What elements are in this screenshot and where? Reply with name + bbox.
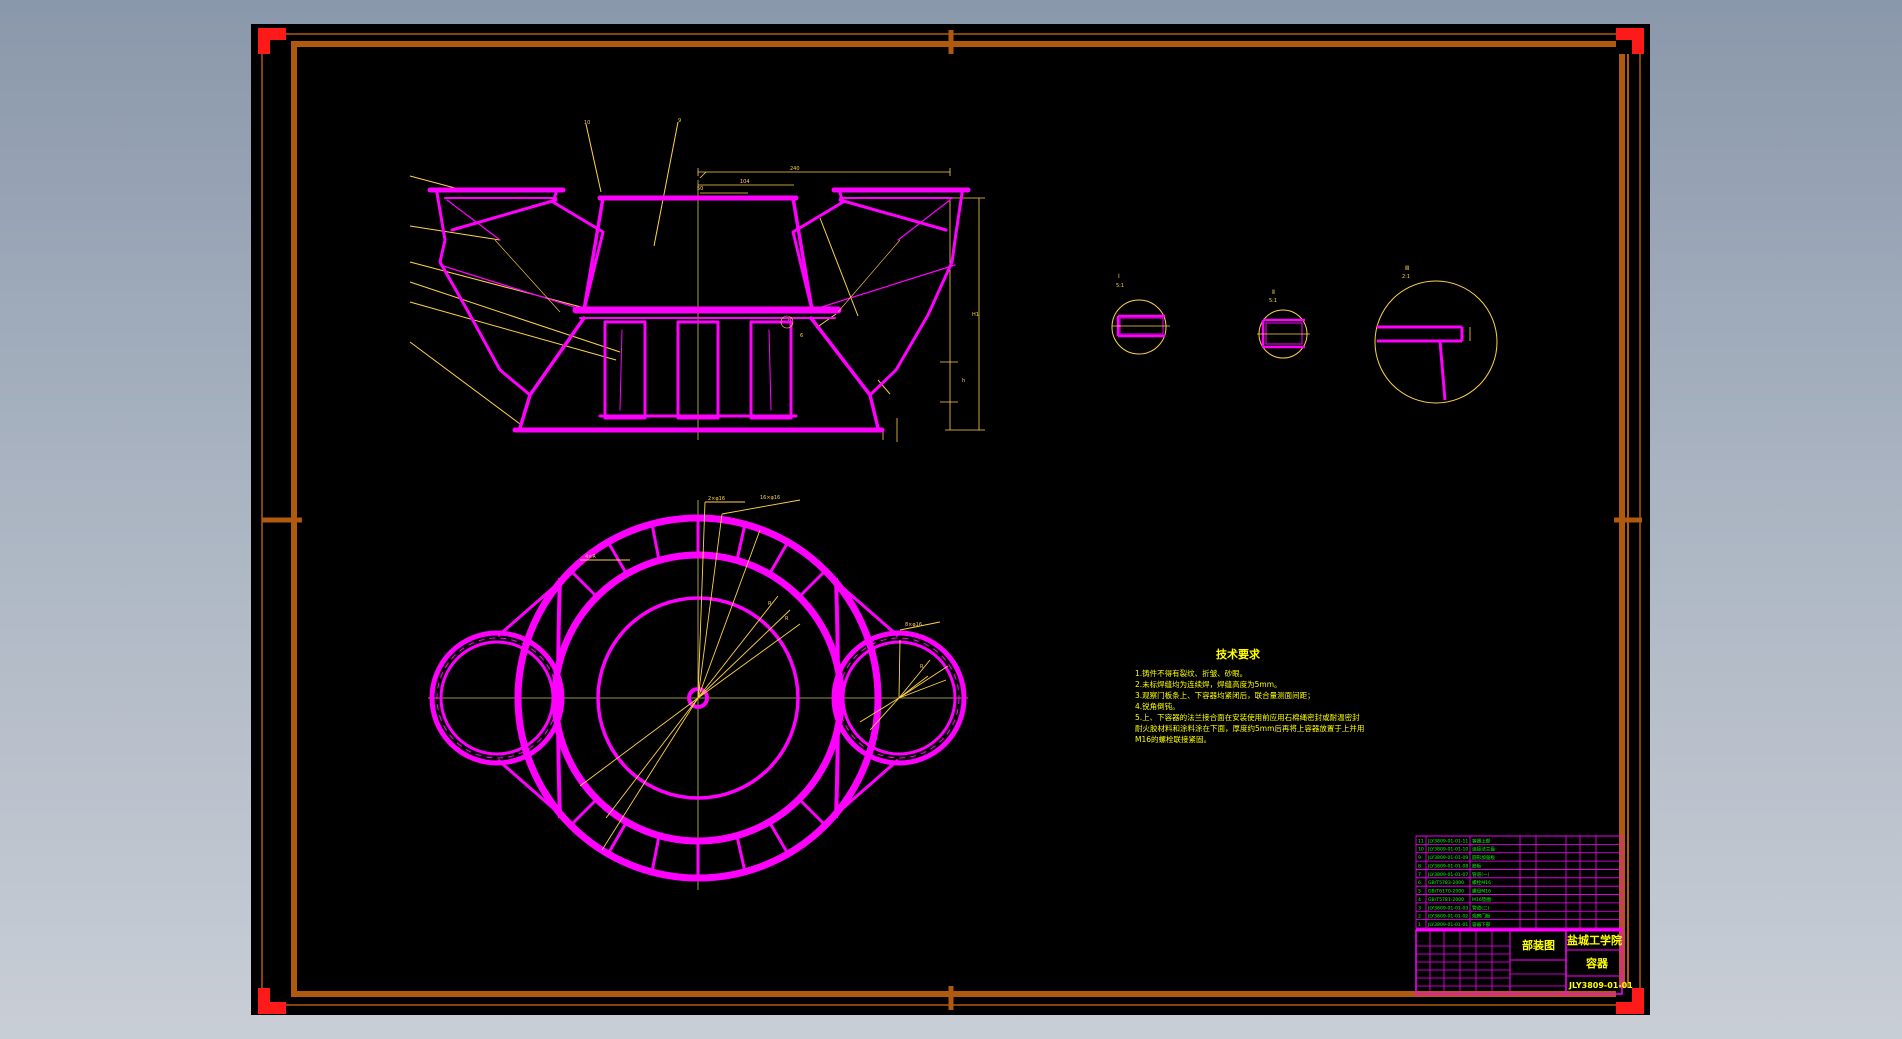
detail-view-1-label: Ⅰ bbox=[1118, 273, 1120, 280]
tech-requirement-item: 4.锐角倒钝。 bbox=[1135, 701, 1180, 711]
tech-requirement-item: 耐火胶材料和涂料涂在下面，厚度约5mm后再将上容器放置于上并用 bbox=[1135, 723, 1364, 733]
parts-list-code: JLY3809-01-01-09 bbox=[1427, 855, 1468, 861]
drawing-number: JLY3809-01-01 bbox=[1568, 981, 1633, 990]
parts-list-no: 3 bbox=[1418, 905, 1421, 911]
parts-list-no: 10 bbox=[1418, 847, 1424, 853]
svg-text:R: R bbox=[785, 616, 789, 622]
parts-list-code: JLY3809-01-01-01 bbox=[1427, 922, 1468, 928]
svg-text:5:1: 5:1 bbox=[1269, 298, 1277, 304]
cad-viewport[interactable]: 240 104 50 H1 h 10 9 6 R Ⅰ 5:1 Ⅱ 5:1 Ⅲ 2… bbox=[0, 0, 1902, 1039]
parts-list-no: 4 bbox=[1418, 897, 1421, 903]
svg-text:2×φ16: 2×φ16 bbox=[708, 496, 725, 502]
parts-list-no: 1 bbox=[1418, 922, 1421, 928]
svg-text:9: 9 bbox=[678, 118, 681, 124]
parts-list-code: JLY3809-01-01-03 bbox=[1427, 905, 1468, 911]
parts-list-name: 连接法兰盘 bbox=[1472, 846, 1495, 853]
parts-list-name: M16垫圈 bbox=[1472, 896, 1491, 903]
svg-text:10: 10 bbox=[584, 120, 590, 126]
svg-text:6: 6 bbox=[800, 333, 803, 339]
parts-list-no: 8 bbox=[1418, 863, 1421, 869]
parts-list-code: GB/T5783-2000 bbox=[1428, 880, 1464, 886]
parts-list-name: 容器下部 bbox=[1472, 921, 1491, 928]
parts-list-code: GB/T6170-2000 bbox=[1428, 889, 1464, 895]
parts-list-name: 螺母M16 bbox=[1472, 888, 1491, 895]
parts-list-no: 2 bbox=[1418, 914, 1421, 920]
tech-requirement-item: 2.未标焊缝均为连续焊，焊缝高度为5mm。 bbox=[1135, 679, 1282, 689]
parts-list-name: 观察门板 bbox=[1472, 913, 1491, 920]
parts-list-no: 11 bbox=[1418, 838, 1424, 844]
parts-list-no: 7 bbox=[1418, 872, 1421, 878]
school-name: 盐城工学院 bbox=[1567, 933, 1622, 947]
tech-requirements-title: 技术要求 bbox=[1216, 647, 1261, 661]
svg-text:h: h bbox=[962, 378, 965, 384]
parts-list-name: 圆形加强板 bbox=[1472, 854, 1495, 861]
parts-list-name: 螺栓M16 bbox=[1472, 879, 1491, 886]
parts-list-name: 管道(一) bbox=[1472, 871, 1490, 878]
parts-list-code: JLY3809-01-01-11 bbox=[1427, 838, 1468, 844]
tech-requirement-item: 1.铸件不得有裂纹、折皱、砂眼。 bbox=[1135, 668, 1247, 678]
tech-requirement-item: 5.上、下容器的法兰接合面在安装使用前应用石棉绳密封或耐温密封 bbox=[1135, 712, 1360, 722]
detail-view-3-label: Ⅲ bbox=[1405, 265, 1409, 272]
svg-text:4×R: 4×R bbox=[585, 554, 596, 560]
svg-text:R: R bbox=[920, 664, 924, 670]
parts-list-name: 管道(二) bbox=[1472, 904, 1490, 911]
svg-text:16×φ16: 16×φ16 bbox=[760, 495, 780, 501]
part-name: 容器 bbox=[1585, 956, 1609, 970]
tech-requirement-item: 3.观察门板条上、下容器均紧闭后，联合量测面间距； bbox=[1135, 690, 1315, 700]
svg-text:5:1: 5:1 bbox=[1116, 283, 1124, 289]
svg-text:8×φ16: 8×φ16 bbox=[905, 622, 922, 628]
parts-list-no: 9 bbox=[1418, 855, 1421, 861]
svg-text:240: 240 bbox=[790, 166, 800, 172]
svg-text:2:1: 2:1 bbox=[1402, 274, 1410, 280]
svg-text:104: 104 bbox=[740, 179, 750, 185]
detail-view-2-label: Ⅱ bbox=[1272, 289, 1275, 296]
drawing-type-label: 部装图 bbox=[1522, 938, 1555, 952]
parts-list-no: 6 bbox=[1418, 880, 1421, 886]
svg-text:50: 50 bbox=[697, 186, 703, 192]
parts-list-name: 容器上部 bbox=[1472, 837, 1491, 844]
parts-list-name: 筋板 bbox=[1472, 862, 1482, 869]
tech-requirement-item: M16的螺栓联接紧固。 bbox=[1135, 734, 1211, 744]
parts-list-code: GB/T5781-2000 bbox=[1428, 897, 1464, 903]
parts-list-no: 5 bbox=[1418, 889, 1421, 895]
svg-text:H1: H1 bbox=[972, 312, 979, 318]
parts-list-code: JLY3809-01-01-08 bbox=[1427, 863, 1468, 869]
parts-list-code: JLY3809-01-01-07 bbox=[1427, 872, 1468, 878]
parts-list-code: JLY3809-01-01-10 bbox=[1427, 847, 1468, 853]
parts-list-code: JLY3809-01-01-02 bbox=[1427, 914, 1468, 920]
svg-text:R: R bbox=[768, 601, 772, 607]
